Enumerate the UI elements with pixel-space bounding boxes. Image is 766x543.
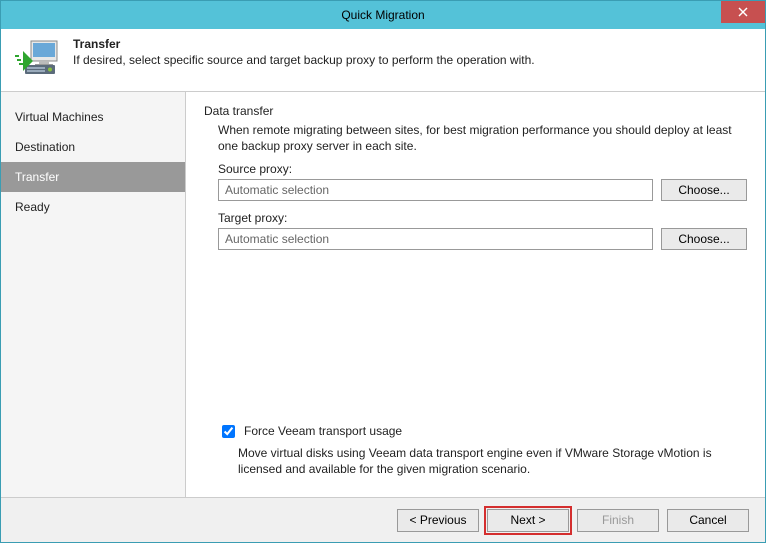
force-transport-description: Move virtual disks using Veeam data tran… [238, 445, 729, 477]
data-transfer-description: When remote migrating between sites, for… [218, 122, 747, 154]
cancel-button[interactable]: Cancel [667, 509, 749, 532]
wizard-header: Transfer If desired, select specific sou… [1, 29, 765, 92]
force-transport-label: Force Veeam transport usage [244, 424, 402, 438]
source-proxy-row: Choose... [218, 179, 747, 201]
target-proxy-row: Choose... [218, 228, 747, 250]
wizard-sidebar: Virtual Machines Destination Transfer Re… [1, 92, 186, 497]
content-spacer [204, 260, 747, 423]
force-transport-row: Force Veeam transport usage [218, 424, 747, 441]
data-transfer-heading: Data transfer [204, 104, 747, 118]
target-proxy-input[interactable] [218, 228, 653, 250]
source-proxy-input[interactable] [218, 179, 653, 201]
sidebar-item-destination[interactable]: Destination [1, 132, 185, 162]
wizard-content: Data transfer When remote migrating betw… [186, 92, 765, 497]
header-title: Transfer [73, 37, 751, 51]
window-title: Quick Migration [341, 8, 424, 22]
transfer-icon [15, 37, 63, 79]
sidebar-item-ready[interactable]: Ready [1, 192, 185, 222]
source-proxy-choose-button[interactable]: Choose... [661, 179, 747, 201]
wizard-body: Virtual Machines Destination Transfer Re… [1, 92, 765, 498]
finish-button: Finish [577, 509, 659, 532]
target-proxy-choose-button[interactable]: Choose... [661, 228, 747, 250]
target-proxy-label: Target proxy: [218, 211, 747, 225]
header-description: If desired, select specific source and t… [73, 53, 751, 67]
close-icon [738, 7, 748, 17]
close-button[interactable] [721, 1, 765, 23]
source-proxy-label: Source proxy: [218, 162, 747, 176]
previous-button[interactable]: < Previous [397, 509, 479, 532]
titlebar: Quick Migration [1, 1, 765, 29]
force-transport-checkbox[interactable] [222, 425, 235, 438]
migration-wizard-window: Quick Migration Transfer If [0, 0, 766, 543]
next-button[interactable]: Next > [487, 509, 569, 532]
wizard-footer: < Previous Next > Finish Cancel [1, 498, 765, 542]
header-text: Transfer If desired, select specific sou… [73, 37, 751, 67]
sidebar-item-virtual-machines[interactable]: Virtual Machines [1, 102, 185, 132]
sidebar-item-transfer[interactable]: Transfer [1, 162, 185, 192]
